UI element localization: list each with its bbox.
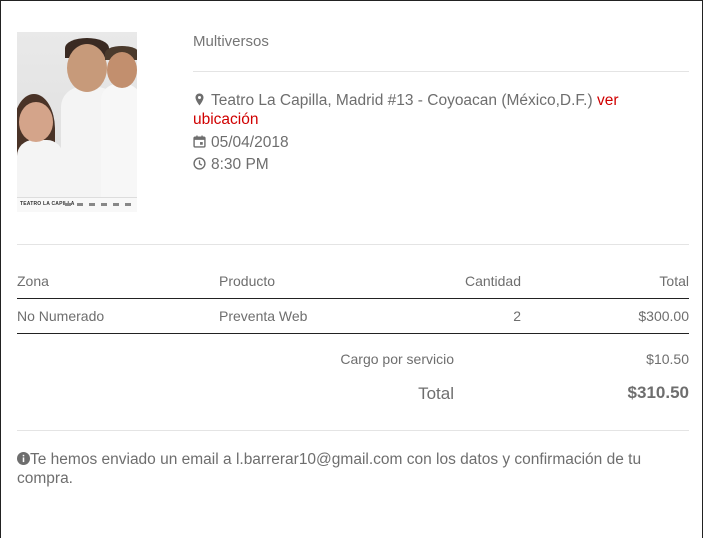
event-date: 05/04/2018	[193, 133, 289, 152]
column-header-zona: Zona	[17, 273, 49, 289]
event-time: 8:30 PM	[193, 155, 269, 174]
date-text: 05/04/2018	[211, 134, 289, 151]
cell-cantidad: 2	[513, 308, 521, 324]
cell-total: $300.00	[638, 308, 689, 324]
divider	[17, 430, 689, 431]
column-header-producto: Producto	[219, 273, 276, 289]
location-pin-icon	[195, 93, 204, 106]
email-notice: Te hemos enviado un email a l.barrerar10…	[17, 450, 677, 488]
table-bottom-divider	[17, 333, 689, 334]
notice-text-before: Te hemos enviado un email a	[30, 451, 236, 468]
cell-producto: Preventa Web	[219, 308, 308, 324]
divider	[17, 244, 689, 245]
service-charge-label: Cargo por servicio	[340, 351, 454, 367]
table-header-divider	[17, 298, 689, 299]
service-charge-value: $10.50	[646, 351, 689, 367]
notice-email: l.barrerar10@gmail.com	[235, 451, 403, 468]
divider	[193, 71, 689, 72]
event-poster: TEATRO LA CAPILLA	[17, 32, 137, 212]
column-header-total: Total	[659, 273, 689, 289]
clock-icon	[193, 157, 206, 170]
info-icon	[17, 452, 30, 465]
total-label: Total	[418, 384, 454, 403]
column-header-cantidad: Cantidad	[464, 273, 521, 289]
cell-zona: No Numerado	[17, 308, 105, 324]
calendar-icon	[193, 135, 206, 148]
event-title: Multiversos	[193, 33, 269, 50]
event-venue: Teatro La Capilla, Madrid #13 - Coyoacan…	[193, 91, 663, 129]
total-value: $310.50	[627, 383, 689, 402]
venue-text: Teatro La Capilla, Madrid #13 - Coyoacan…	[211, 92, 593, 109]
time-text: 8:30 PM	[211, 156, 269, 173]
